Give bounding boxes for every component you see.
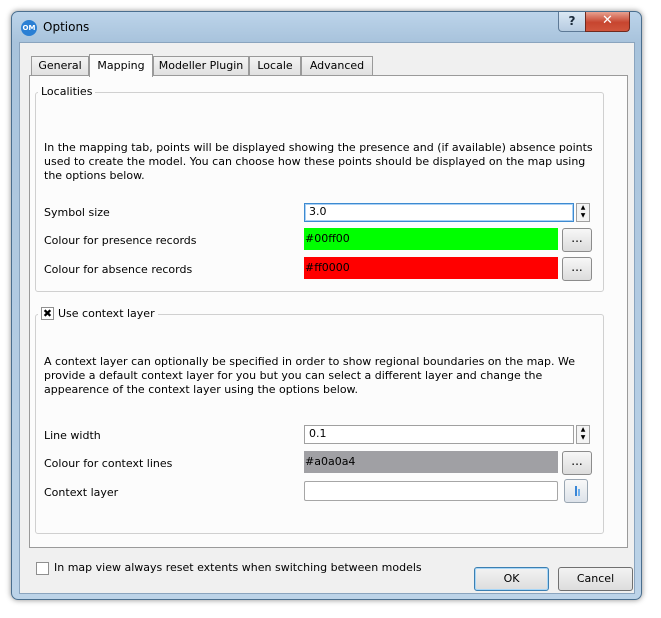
- close-button[interactable]: ✕: [585, 12, 630, 32]
- use-context-layer-label: Use context layer: [58, 307, 155, 320]
- line-width-spin-arrows[interactable]: ▲ ▼: [576, 425, 590, 444]
- absence-colour-browse-button[interactable]: ...: [562, 257, 592, 281]
- context-layer-group-title: ✖ Use context layer: [38, 307, 158, 320]
- tab-mapping[interactable]: Mapping: [89, 54, 153, 77]
- localities-group-title: Localities: [38, 85, 96, 98]
- absence-colour-swatch[interactable]: #ff0000: [304, 257, 558, 279]
- context-layer-open-button[interactable]: [564, 479, 588, 503]
- ok-button[interactable]: OK: [474, 567, 549, 591]
- symbol-size-label: Symbol size: [44, 206, 110, 219]
- tab-general[interactable]: General: [31, 56, 89, 75]
- dialog-client-area: General Mapping Modeller Plugin Locale A…: [19, 42, 635, 594]
- line-width-input[interactable]: 0.1: [304, 425, 574, 444]
- app-logo-icon: OM: [21, 20, 37, 36]
- tab-modeller-plugin[interactable]: Modeller Plugin: [153, 56, 249, 75]
- localities-group: Localities In the mapping tab, points wi…: [35, 85, 604, 292]
- context-line-colour-browse-button[interactable]: ...: [562, 451, 592, 475]
- presence-colour-browse-button[interactable]: ...: [562, 228, 592, 252]
- symbol-size-spin-arrows[interactable]: ▲ ▼: [576, 203, 590, 222]
- context-layer-description: A context layer can optionally be specif…: [44, 355, 576, 396]
- context-layer-group: ✖ Use context layer A context layer can …: [35, 307, 604, 534]
- reset-extents-label: In map view always reset extents when sw…: [54, 561, 422, 574]
- context-line-colour-swatch[interactable]: #a0a0a4: [304, 451, 558, 473]
- context-line-colour-label: Colour for context lines: [44, 457, 173, 470]
- tab-locale[interactable]: Locale: [249, 56, 301, 75]
- localities-description: In the mapping tab, points will be displ…: [44, 141, 593, 182]
- tab-advanced[interactable]: Advanced: [301, 56, 373, 75]
- spin-down-icon[interactable]: ▼: [577, 434, 589, 442]
- use-context-layer-checkbox[interactable]: ✖: [41, 307, 54, 320]
- symbol-size-value: 3.0: [309, 205, 327, 218]
- mapping-tab-pane: Localities In the mapping tab, points wi…: [29, 75, 628, 575]
- line-width-label: Line width: [44, 429, 101, 442]
- presence-colour-label: Colour for presence records: [44, 234, 197, 247]
- title-bar[interactable]: OM Options ? ✕: [12, 12, 641, 42]
- context-layer-input[interactable]: [304, 481, 558, 501]
- window-title: Options: [43, 20, 90, 34]
- spin-up-icon[interactable]: ▲: [577, 426, 589, 434]
- context-layer-label: Context layer: [44, 486, 119, 499]
- help-button[interactable]: ?: [558, 12, 586, 32]
- line-width-value: 0.1: [309, 427, 327, 440]
- presence-colour-swatch[interactable]: #00ff00: [304, 228, 558, 250]
- symbol-size-input[interactable]: 3.0: [304, 203, 574, 222]
- cancel-button[interactable]: Cancel: [558, 567, 633, 591]
- options-window: OM Options ? ✕ General Mapping Modeller …: [11, 11, 642, 600]
- reset-extents-checkbox[interactable]: [36, 562, 49, 575]
- spin-down-icon[interactable]: ▼: [577, 212, 589, 220]
- spin-up-icon[interactable]: ▲: [577, 204, 589, 212]
- open-file-icon: [575, 486, 580, 496]
- absence-colour-label: Colour for absence records: [44, 263, 193, 276]
